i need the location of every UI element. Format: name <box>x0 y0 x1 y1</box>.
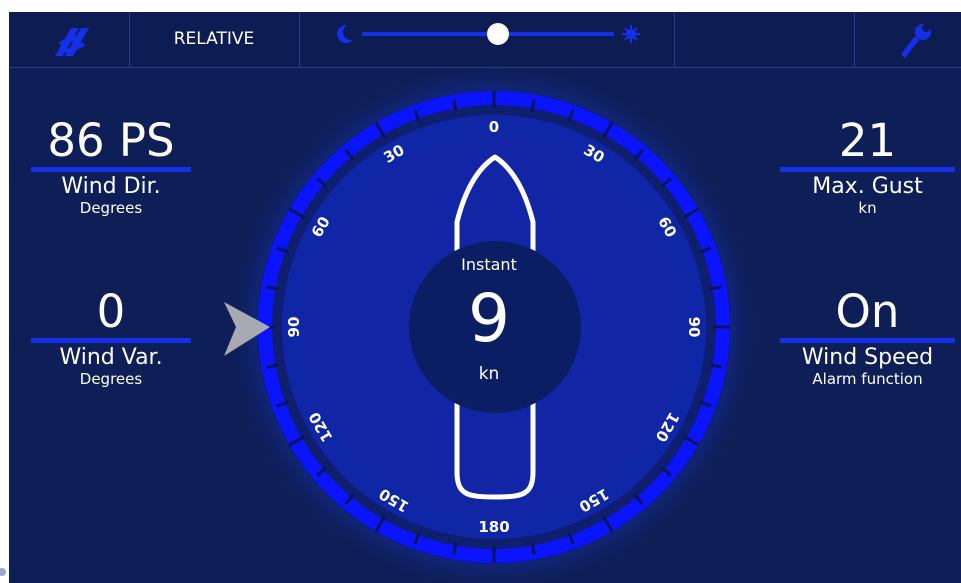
max-gust-value: 21 <box>838 114 897 167</box>
wind-variation-value: 0 <box>96 285 126 338</box>
readout-underline <box>780 338 955 343</box>
dial-tick <box>709 285 722 291</box>
wind-direction-label: Wind Dir. <box>61 174 161 199</box>
dial-scale-label: 90 <box>685 317 703 338</box>
dial-tick <box>530 542 536 555</box>
readout-underline <box>780 167 955 172</box>
wind-display-screen: RELATIVE 86 PS Wind Dir. Degrees 0 Wind … <box>9 12 961 583</box>
brightness-knob[interactable] <box>487 23 509 45</box>
corner-indicator <box>0 568 6 576</box>
dial-tick <box>266 285 279 291</box>
readout-underline <box>31 167 191 172</box>
dial-tick <box>452 99 458 112</box>
sun-icon <box>622 25 640 43</box>
dial-scale-label: 0 <box>489 118 499 136</box>
wind-direction-readout[interactable]: 86 PS Wind Dir. Degrees <box>31 116 191 218</box>
dial-scale-label: 180 <box>478 518 509 536</box>
wind-speed-alarm-readout[interactable]: On Wind Speed Alarm function <box>780 287 955 389</box>
wind-speed-value: 9 <box>468 280 510 357</box>
wind-direction-value: 86 PS <box>47 114 175 167</box>
dial-tick <box>709 363 722 369</box>
wind-speed-alarm-label: Wind Speed <box>801 345 934 370</box>
moon-icon <box>337 24 359 43</box>
max-gust-unit: kn <box>858 199 877 217</box>
wrench-icon <box>901 24 931 58</box>
wind-speed-unit: kn <box>478 364 500 384</box>
wind-speed-alarm-value: On <box>835 285 900 338</box>
wind-speed-alarm-unit: Alarm function <box>812 370 923 388</box>
instant-label: Instant <box>461 255 517 274</box>
readout-underline <box>31 338 191 343</box>
max-gust-label: Max. Gust <box>812 174 923 199</box>
wind-variation-label: Wind Var. <box>59 345 163 370</box>
dial-tick <box>452 542 458 555</box>
wind-icon <box>55 28 89 56</box>
dial-scale-label: 90 <box>285 317 303 338</box>
wind-variation-readout[interactable]: 0 Wind Var. Degrees <box>31 287 191 389</box>
dial-tick <box>530 99 536 112</box>
settings-button[interactable] <box>855 12 961 67</box>
wind-variation-unit: Degrees <box>79 370 143 388</box>
wind-direction-unit: Degrees <box>79 199 143 217</box>
wind-mode-button[interactable] <box>9 12 129 67</box>
dial-tick <box>266 363 279 369</box>
max-gust-readout[interactable]: 21 Max. Gust kn <box>780 116 955 218</box>
